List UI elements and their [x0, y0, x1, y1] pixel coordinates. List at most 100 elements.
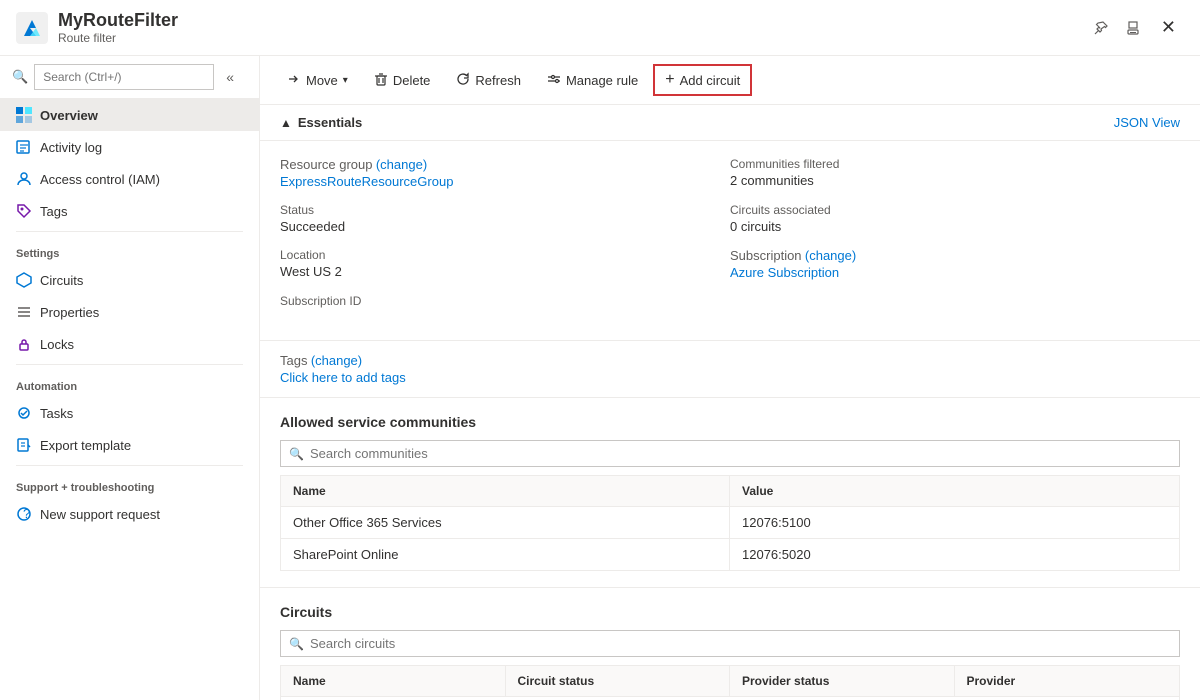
sidebar-item-new-support-label: New support request	[40, 507, 160, 522]
table-row[interactable]: Other Office 365 Services 12076:5100	[281, 507, 1179, 539]
main-content: Move ▾ Delete Refresh Manage rule	[260, 56, 1200, 700]
sidebar-item-new-support[interactable]: ? New support request	[0, 498, 259, 530]
nav-section-automation: Automation	[0, 369, 259, 397]
sidebar-item-export-template-label: Export template	[40, 438, 131, 453]
communities-filtered-value: 2 communities	[730, 173, 1180, 188]
subscription-change-link[interactable]: (change)	[805, 248, 856, 263]
community-row1-value: 12076:5100	[730, 507, 1179, 538]
move-chevron-icon: ▾	[343, 75, 348, 86]
essentials-title: ▲ Essentials	[280, 115, 362, 130]
sidebar-item-properties-label: Properties	[40, 305, 99, 320]
sidebar-item-iam[interactable]: Access control (IAM)	[0, 163, 259, 195]
sidebar-item-overview-label: Overview	[40, 108, 98, 123]
subscription-label: Subscription (change)	[730, 248, 1180, 263]
nav-section-support: Support + troubleshooting	[0, 470, 259, 498]
sidebar-item-export-template[interactable]: Export template	[0, 429, 259, 461]
essentials-collapse-icon[interactable]: ▲	[280, 116, 292, 130]
circuits-table-header: Name Circuit status Provider status Prov…	[281, 666, 1179, 697]
page-title: MyRouteFilter	[58, 10, 1089, 31]
nav-divider-support	[16, 465, 243, 466]
nav-divider-settings	[16, 231, 243, 232]
essentials-status: Status Succeeded	[280, 203, 730, 234]
communities-filtered-label: Communities filtered	[730, 157, 1180, 171]
header-actions: ✕	[1089, 13, 1184, 42]
sidebar: 🔍 « Overview Activity log Acc	[0, 56, 260, 700]
activity-log-icon	[16, 139, 32, 155]
circuits-col-name: Name	[281, 666, 506, 696]
communities-col-value: Value	[730, 476, 1179, 506]
sidebar-item-tags[interactable]: Tags	[0, 195, 259, 227]
tasks-icon	[16, 405, 32, 421]
tags-add-link[interactable]: Click here to add tags	[280, 370, 1180, 385]
properties-icon	[16, 304, 32, 320]
sidebar-item-tasks-label: Tasks	[40, 406, 73, 421]
essentials-subscription: Subscription (change) Azure Subscription	[730, 248, 1180, 280]
json-view-link[interactable]: JSON View	[1114, 115, 1180, 130]
delete-button[interactable]: Delete	[363, 65, 442, 96]
communities-table-header: Name Value	[281, 476, 1179, 507]
sidebar-item-properties[interactable]: Properties	[0, 296, 259, 328]
circuits-search-icon: 🔍	[289, 637, 304, 651]
refresh-button[interactable]: Refresh	[445, 65, 532, 96]
pin-button[interactable]	[1089, 16, 1113, 40]
location-value: West US 2	[280, 264, 730, 279]
circuits-search-input[interactable]	[310, 636, 1171, 651]
communities-table: Name Value Other Office 365 Services 120…	[280, 475, 1180, 571]
sidebar-item-overview[interactable]: Overview	[0, 99, 259, 131]
new-support-icon: ?	[16, 506, 32, 522]
community-row1-name: Other Office 365 Services	[281, 507, 730, 538]
move-icon	[287, 72, 301, 89]
print-button[interactable]	[1121, 16, 1145, 40]
sidebar-item-locks-label: Locks	[40, 337, 74, 352]
close-button[interactable]: ✕	[1153, 13, 1184, 42]
sidebar-item-circuits[interactable]: Circuits	[0, 264, 259, 296]
manage-rule-icon	[547, 72, 561, 89]
circuits-col-provider-status: Provider status	[730, 666, 955, 696]
sidebar-collapse-button[interactable]: «	[220, 67, 240, 87]
essentials-grid: Resource group (change) ExpressRouteReso…	[260, 141, 1200, 341]
status-label: Status	[280, 203, 730, 217]
sidebar-item-locks[interactable]: Locks	[0, 328, 259, 360]
header-title-group: MyRouteFilter Route filter	[58, 10, 1089, 45]
overview-icon	[16, 107, 32, 123]
circuits-table: Name Circuit status Provider status Prov…	[280, 665, 1180, 700]
delete-icon	[374, 72, 388, 89]
resource-group-value-link[interactable]: ExpressRouteResourceGroup	[280, 174, 730, 189]
essentials-communities-filtered: Communities filtered 2 communities	[730, 157, 1180, 189]
subscription-value-link[interactable]: Azure Subscription	[730, 265, 1180, 280]
sidebar-item-activity-log[interactable]: Activity log	[0, 131, 259, 163]
circuits-col-provider: Provider	[955, 666, 1180, 696]
communities-search-icon: 🔍	[289, 447, 304, 461]
tags-change-link[interactable]: (change)	[311, 353, 362, 368]
move-button[interactable]: Move ▾	[276, 65, 359, 96]
manage-rule-button[interactable]: Manage rule	[536, 65, 649, 96]
essentials-subscription-id: Subscription ID	[280, 294, 730, 310]
communities-search-input[interactable]	[310, 446, 1171, 461]
communities-search-box: 🔍	[280, 440, 1180, 467]
sidebar-item-iam-label: Access control (IAM)	[40, 172, 160, 187]
resource-group-change-link[interactable]: (change)	[376, 157, 427, 172]
sidebar-item-tasks[interactable]: Tasks	[0, 397, 259, 429]
main-layout: 🔍 « Overview Activity log Acc	[0, 56, 1200, 700]
nav-divider-automation	[16, 364, 243, 365]
tags-icon	[16, 203, 32, 219]
search-input[interactable]	[34, 64, 214, 90]
location-label: Location	[280, 248, 730, 262]
circuits-search-box: 🔍	[280, 630, 1180, 657]
toolbar: Move ▾ Delete Refresh Manage rule	[260, 56, 1200, 105]
app-logo	[16, 12, 48, 44]
essentials-circuits-associated: Circuits associated 0 circuits	[730, 203, 1180, 234]
circuits-icon	[16, 272, 32, 288]
essentials-resource-group-label: Resource group (change)	[280, 157, 730, 172]
sidebar-nav: Overview Activity log Access control (IA…	[0, 99, 259, 530]
circuits-section: Circuits 🔍 Name Circuit status Provider …	[260, 588, 1200, 700]
sidebar-item-circuits-label: Circuits	[40, 273, 83, 288]
tags-label: Tags (change)	[280, 353, 1180, 368]
table-row[interactable]: SharePoint Online 12076:5020	[281, 539, 1179, 570]
add-circuit-button[interactable]: + Add circuit	[653, 64, 752, 96]
community-row2-name: SharePoint Online	[281, 539, 730, 570]
essentials-location: Location West US 2	[280, 248, 730, 280]
search-icon: 🔍	[12, 69, 28, 85]
iam-icon	[16, 171, 32, 187]
app-header: MyRouteFilter Route filter ✕	[0, 0, 1200, 56]
